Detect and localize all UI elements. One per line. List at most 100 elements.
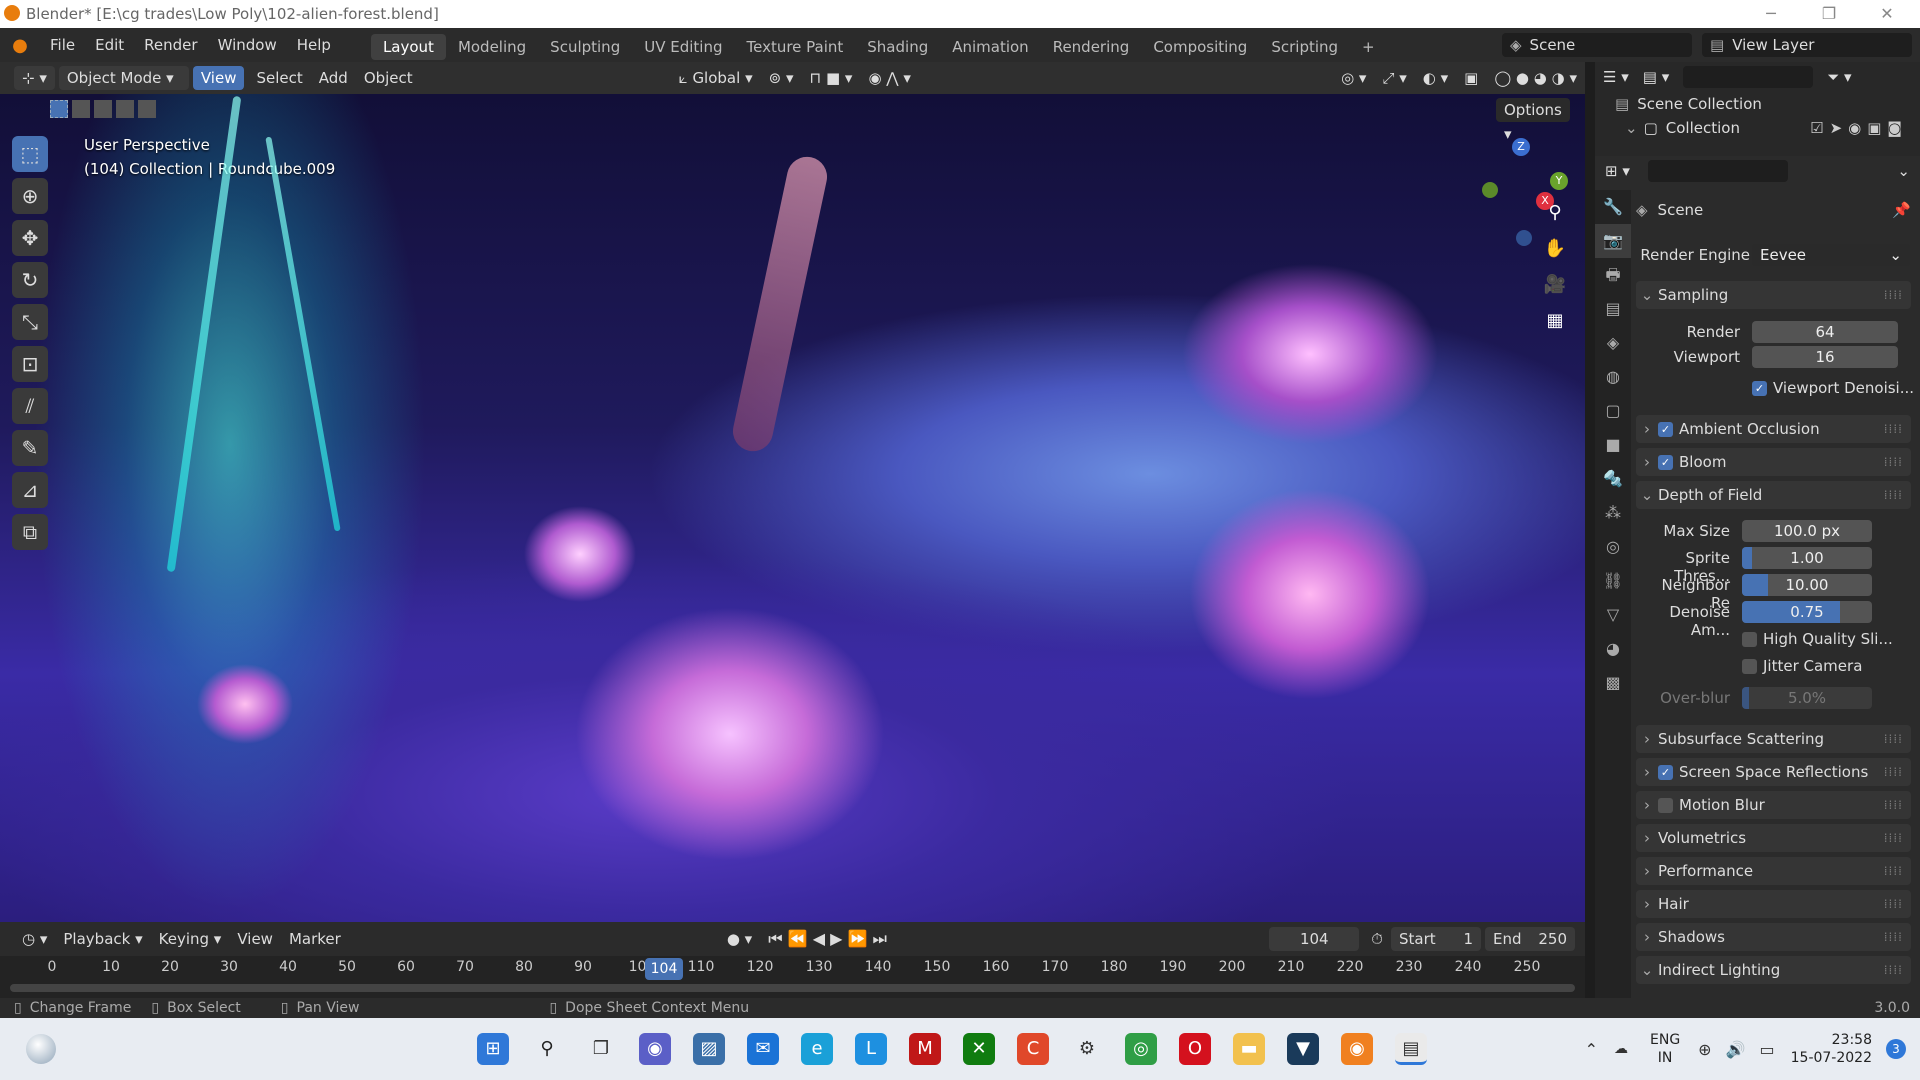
minimize-button[interactable]: ─ [1748,2,1794,26]
viewport-samples-field[interactable]: 16 [1752,346,1898,368]
file-explorer-icon[interactable]: ▬ [1233,1033,1265,1065]
volumetrics-panel-header[interactable]: › Volumetrics ⁞⁞⁞⁞ [1636,824,1911,852]
view-layer-selector[interactable]: ▤ View Layer [1702,33,1912,57]
scene-tab-icon[interactable]: ◈ [1595,326,1631,360]
hair-panel-header[interactable]: › Hair ⁞⁞⁞⁞ [1636,890,1911,918]
xbox-icon[interactable]: ✕ [963,1033,995,1065]
settings-gear-icon[interactable]: ⚙ [1071,1033,1103,1065]
tab-scripting[interactable]: Scripting [1259,34,1350,60]
texture-tab-icon[interactable]: ▩ [1595,666,1631,700]
scene-selector[interactable]: ◈ Scene [1502,33,1692,57]
select-menu[interactable]: Select [248,66,310,90]
tab-compositing[interactable]: Compositing [1141,34,1259,60]
outliner-collection[interactable]: ⌄ ▢ Collection ☑➤◉▣◙ [1595,116,1920,140]
indirect-lighting-panel-header[interactable]: ⌄ Indirect Lighting ⁞⁞⁞⁞ [1636,956,1911,984]
filter-icon[interactable]: ⏷ ▾ [1827,68,1851,86]
weather-icon[interactable] [26,1034,56,1064]
collection-tab-icon[interactable]: ▢ [1595,394,1631,428]
tab-layout[interactable]: Layout [370,34,446,60]
xray-icon[interactable]: ▣ [1456,66,1486,90]
tab-rendering[interactable]: Rendering [1041,34,1142,60]
timeline-view-menu[interactable]: View [229,927,281,951]
constraints-tab-icon[interactable]: ⛓ [1595,564,1631,598]
timeline-ruler[interactable]: 0 10 20 30 40 50 60 70 80 90 100 110 120 130 140 150 160… [0,956,1585,998]
viewport-denoise-checkbox[interactable]: ✓ Viewport Denoisi... [1752,379,1914,397]
denoise-amount-slider[interactable]: 0.75 [1742,601,1872,623]
mode-selector[interactable]: Object Mode ▾ [58,66,189,90]
select-box-tool-icon[interactable]: ⬚ [12,136,48,172]
teams-chat-icon[interactable]: ◉ [639,1033,671,1065]
pin-icon[interactable]: 📌 [1892,201,1911,219]
pan-hand-icon[interactable]: ✋ [1540,238,1570,268]
measure-tool-icon[interactable]: ⊿ [12,472,48,508]
shadows-panel-header[interactable]: › Shadows ⁞⁞⁞⁞ [1636,923,1911,951]
end-frame-field[interactable]: End 250 [1485,927,1575,951]
shading-modes-icon[interactable]: ◯ ● ◕ ◑ ▾ [1486,66,1585,90]
view-menu[interactable]: View [192,66,245,90]
menu-help[interactable]: Help [287,28,341,62]
annotate-line-tool-icon[interactable]: ⫽ [12,388,48,424]
max-size-field[interactable]: 100.0 px [1742,520,1872,542]
edge-icon[interactable]: e [801,1033,833,1065]
keying-menu[interactable]: Keying ▾ [151,927,230,951]
zoom-icon[interactable]: ⚲ [1540,202,1570,232]
rotate-tool-icon[interactable]: ↻ [12,262,48,298]
maximize-button[interactable]: ❐ [1806,2,1852,26]
ortho-grid-icon[interactable]: ▦ [1540,310,1570,340]
tray-app-icon[interactable]: ☁ [1614,1041,1628,1057]
tool-tab-icon[interactable]: 🔧 [1595,190,1631,224]
add-workspace-button[interactable]: + [1350,34,1387,60]
transform-tool-icon[interactable]: ⊡ [12,346,48,382]
tab-uv-editing[interactable]: UV Editing [632,34,734,60]
l-app-icon[interactable]: L [855,1033,887,1065]
tab-shading[interactable]: Shading [855,34,940,60]
output-tab-icon[interactable]: 🖶 [1595,258,1631,292]
modifier-tab-icon[interactable]: 🔩 [1595,462,1631,496]
render-engine-select[interactable]: Eevee ⌄ [1752,244,1910,266]
screen-space-reflections-panel-header[interactable]: › ✓ Screen Space Reflections ⁞⁞⁞⁞ [1636,758,1911,786]
menu-file[interactable]: File [40,28,85,62]
move-tool-icon[interactable]: ✥ [12,220,48,256]
render-samples-field[interactable]: 64 [1752,321,1898,343]
current-frame-field[interactable]: 104 [1269,927,1360,951]
menu-render[interactable]: Render [134,28,207,62]
opera-icon[interactable]: O [1179,1033,1211,1065]
3d-viewport[interactable]: User Perspective (104) Collection | Roun… [0,94,1585,922]
close-button[interactable]: ✕ [1864,2,1910,26]
object-menu[interactable]: Object [356,66,421,90]
sampling-panel-header[interactable]: ⌄ Sampling ⁞⁞⁞⁞ [1636,281,1911,309]
start-icon[interactable]: ⊞ [477,1033,509,1065]
stopwatch-icon[interactable]: ⏱ [1363,927,1391,951]
tab-texture-paint[interactable]: Texture Paint [734,34,855,60]
depth-of-field-panel-header[interactable]: ⌄ Depth of Field ⁞⁞⁞⁞ [1636,481,1911,509]
display-mode-icon[interactable]: ▤ ▾ [1643,68,1669,86]
motion-blur-panel-header[interactable]: › Motion Blur ⁞⁞⁞⁞ [1636,791,1911,819]
marker-menu[interactable]: Marker [281,927,349,951]
material-tab-icon[interactable]: ◕ [1595,632,1631,666]
selection-mode-icons[interactable] [50,100,156,118]
particles-tab-icon[interactable]: ⁂ [1595,496,1631,530]
language-indicator[interactable]: ENG IN [1650,1031,1680,1067]
gizmo-neg-y[interactable] [1482,182,1498,198]
properties-editor-icon[interactable]: ⊞ ▾ [1605,162,1630,180]
camera-view-icon[interactable]: 🎥 [1540,274,1570,304]
snap-icon[interactable]: ⊓ ■ ▾ [801,66,860,90]
physics-tab-icon[interactable]: ◎ [1595,530,1631,564]
performance-panel-header[interactable]: › Performance ⁞⁞⁞⁞ [1636,857,1911,885]
notification-badge[interactable]: 3 [1886,1039,1906,1059]
cursor-tool-icon[interactable]: ⊕ [12,178,48,214]
gizmo-y-axis[interactable]: Y [1550,172,1568,190]
photos-icon[interactable]: ▨ [693,1033,725,1065]
network-icon[interactable]: ⊕ [1698,1040,1711,1059]
gizmo-toggle-icon[interactable]: ⤢ ▾ [1374,66,1414,90]
chrome-icon[interactable]: ◎ [1125,1033,1157,1065]
show-hidden-icons-icon[interactable]: ⌃ [1585,1040,1598,1059]
playback-menu[interactable]: Playback ▾ [55,927,150,951]
playback-controls[interactable]: ⏮ ⏪ ◀ ▶ ⏩ ⏭ [760,927,895,951]
active-app-icon[interactable]: ▤ [1395,1033,1427,1065]
clock[interactable]: 23:58 15-07-2022 [1791,1031,1872,1067]
neighbor-rejection-slider[interactable]: 10.00 [1742,574,1872,596]
add-cube-tool-icon[interactable]: ⧉ [12,514,48,550]
sprite-threshold-slider[interactable]: 1.00 [1742,547,1872,569]
tab-animation[interactable]: Animation [940,34,1040,60]
